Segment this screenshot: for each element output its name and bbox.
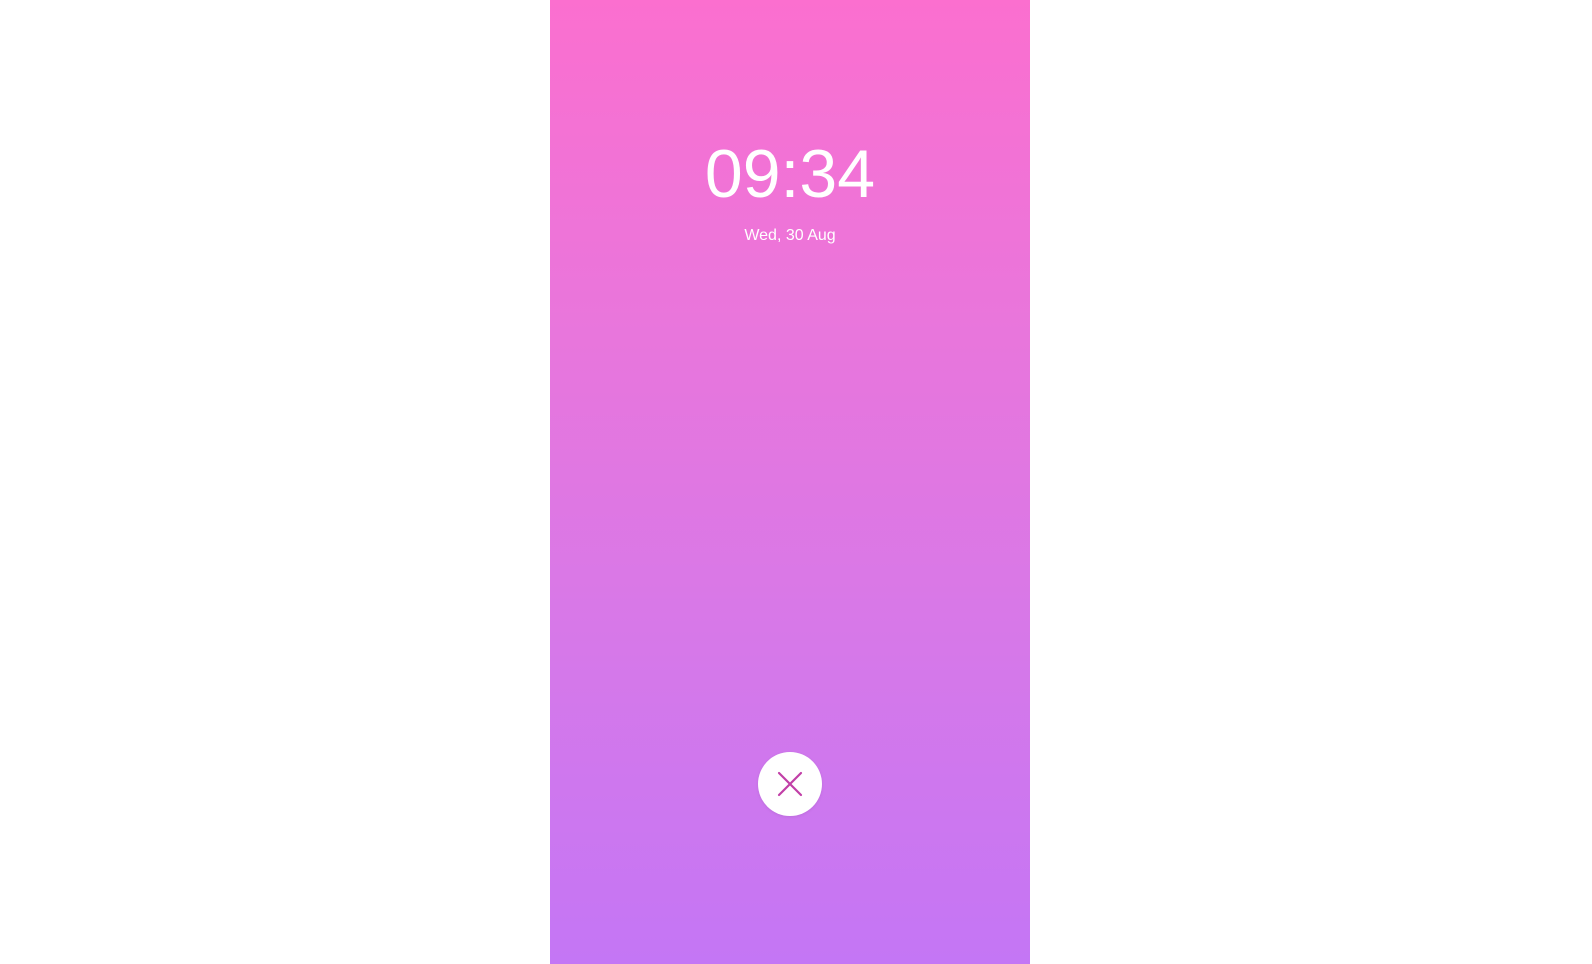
lock-screen: 09:34 Wed, 30 Aug <box>550 0 1030 964</box>
close-icon <box>776 770 804 798</box>
clock-widget: 09:34 Wed, 30 Aug <box>550 140 1030 246</box>
clock-date: Wed, 30 Aug <box>744 227 836 244</box>
dismiss-button[interactable] <box>758 752 822 816</box>
page-background: 09:34 Wed, 30 Aug <box>0 0 1592 964</box>
clock-time: 09:34 <box>704 136 876 212</box>
